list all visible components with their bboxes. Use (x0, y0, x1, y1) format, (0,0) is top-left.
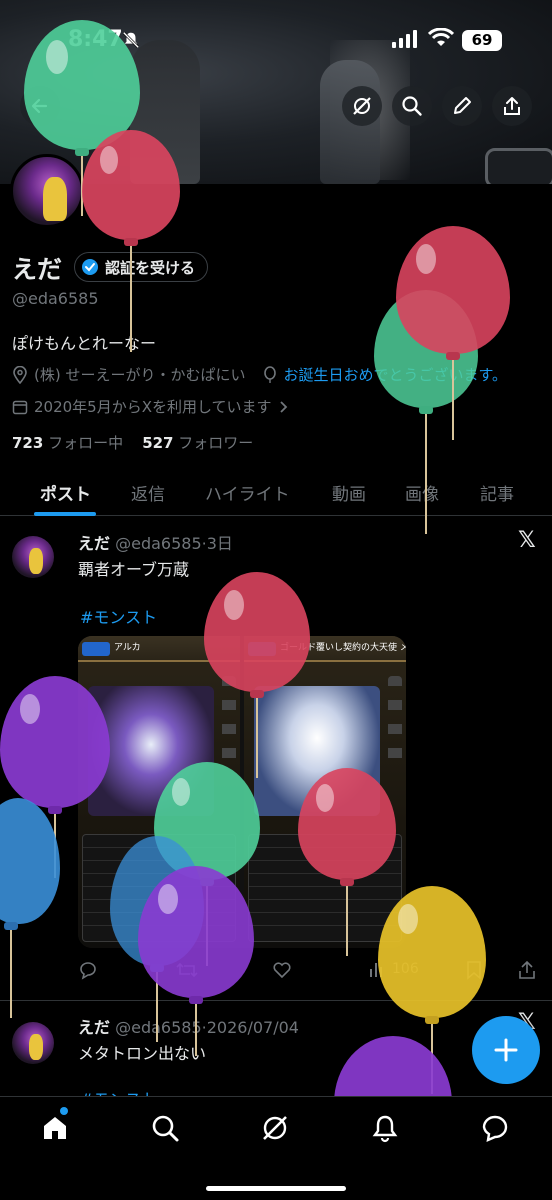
search-icon (402, 96, 422, 116)
avatar-art (29, 1034, 43, 1060)
share-post-button[interactable] (518, 960, 536, 980)
heart-icon (273, 962, 291, 979)
compose-post-button[interactable] (472, 1016, 540, 1084)
verified-badge-icon (82, 259, 98, 275)
share-button[interactable] (492, 86, 532, 126)
bottom-navigation (0, 1096, 552, 1200)
side-icons (222, 676, 236, 766)
profile-location: (株) せーえーがり・かむぱにい (34, 366, 246, 384)
post-author-handle: @eda6585 (115, 1018, 202, 1037)
following-link[interactable]: 723 フォロー中 (12, 434, 123, 452)
pencil-icon (454, 97, 471, 114)
home-icon[interactable] (40, 1113, 70, 1143)
share-icon (519, 960, 535, 979)
notifications-bell-icon[interactable] (370, 1113, 400, 1143)
balloon-icon (264, 365, 277, 383)
edit-button[interactable] (442, 86, 482, 126)
post-text: メタトロン出ない (78, 1044, 207, 1063)
grok-button[interactable] (342, 86, 382, 126)
search-button[interactable] (392, 86, 432, 126)
followers-count: 527 (142, 434, 174, 452)
post-author-name[interactable]: えだ (78, 534, 110, 553)
post-header: えだ @eda6585·2026/07/04 (78, 1014, 299, 1038)
game-back-tab (82, 642, 110, 656)
joined-date: 2020年5月からXを利用しています (34, 398, 272, 416)
followers-label: フォロワー (178, 434, 254, 452)
follow-stats: 723 フォロー中 527 フォロワー (12, 432, 253, 453)
grok-icon[interactable] (260, 1113, 290, 1143)
get-verified-label: 認証を受ける (105, 258, 196, 277)
following-count: 723 (12, 434, 44, 452)
plus-icon (494, 1038, 518, 1062)
post-text: 覇者オーブ万蔵 (78, 560, 190, 579)
tab-articles[interactable]: 記事 (480, 480, 514, 505)
avatar-art (43, 177, 67, 221)
tab-posts[interactable]: ポスト (40, 480, 91, 505)
followers-link[interactable]: 527 フォロワー (142, 434, 253, 452)
profile-tabs: ポスト 返信 ハイライト 動画 画像 記事 (0, 470, 552, 516)
like-button[interactable] (272, 960, 292, 980)
tab-videos[interactable]: 動画 (332, 480, 366, 505)
chevron-right-icon (279, 400, 287, 413)
post-header: えだ @eda6585·3日 (78, 530, 233, 554)
profile-bio: ぽけもんとれーなー (12, 334, 157, 353)
profile-handle: @eda6585 (12, 289, 99, 308)
post-avatar[interactable] (12, 1022, 54, 1064)
tab-replies[interactable]: 返信 (131, 480, 165, 505)
post-hashtag[interactable]: #モンスト (80, 604, 157, 628)
banner-phone (485, 148, 552, 184)
wifi-icon (428, 28, 454, 46)
active-tab-indicator (34, 512, 96, 516)
location-pin-icon (13, 365, 27, 384)
joined-row[interactable]: 2020年5月からXを利用しています (12, 396, 288, 417)
tab-highlights[interactable]: ハイライト (205, 480, 290, 505)
post-time: 2026/07/04 (206, 1018, 299, 1037)
reply-icon (80, 962, 96, 980)
share-icon (504, 97, 520, 115)
reply-button[interactable] (78, 960, 98, 980)
grok-icon (353, 97, 371, 115)
post-author-handle: @eda6585 (115, 534, 202, 553)
avatar-art (29, 548, 43, 574)
post-author-name[interactable]: えだ (78, 1018, 110, 1037)
x-logo-icon: 𝕏 (518, 528, 536, 553)
tab-media[interactable]: 画像 (405, 480, 439, 505)
home-indicator (206, 1186, 346, 1191)
signal-icon (392, 30, 417, 48)
profile-name: えだ (12, 255, 63, 284)
side-icons (388, 676, 402, 766)
post-avatar[interactable] (12, 536, 54, 578)
battery-indicator: 69 (462, 30, 502, 51)
media-left-title: アルカ (114, 643, 141, 653)
get-verified-button[interactable]: 認証を受ける (74, 252, 209, 282)
search-icon[interactable] (150, 1113, 180, 1143)
following-label: フォロー中 (48, 434, 124, 452)
post-time: 3日 (206, 534, 233, 553)
messages-icon[interactable] (480, 1113, 510, 1143)
calendar-icon (12, 400, 28, 414)
profile-avatar[interactable] (10, 154, 84, 228)
